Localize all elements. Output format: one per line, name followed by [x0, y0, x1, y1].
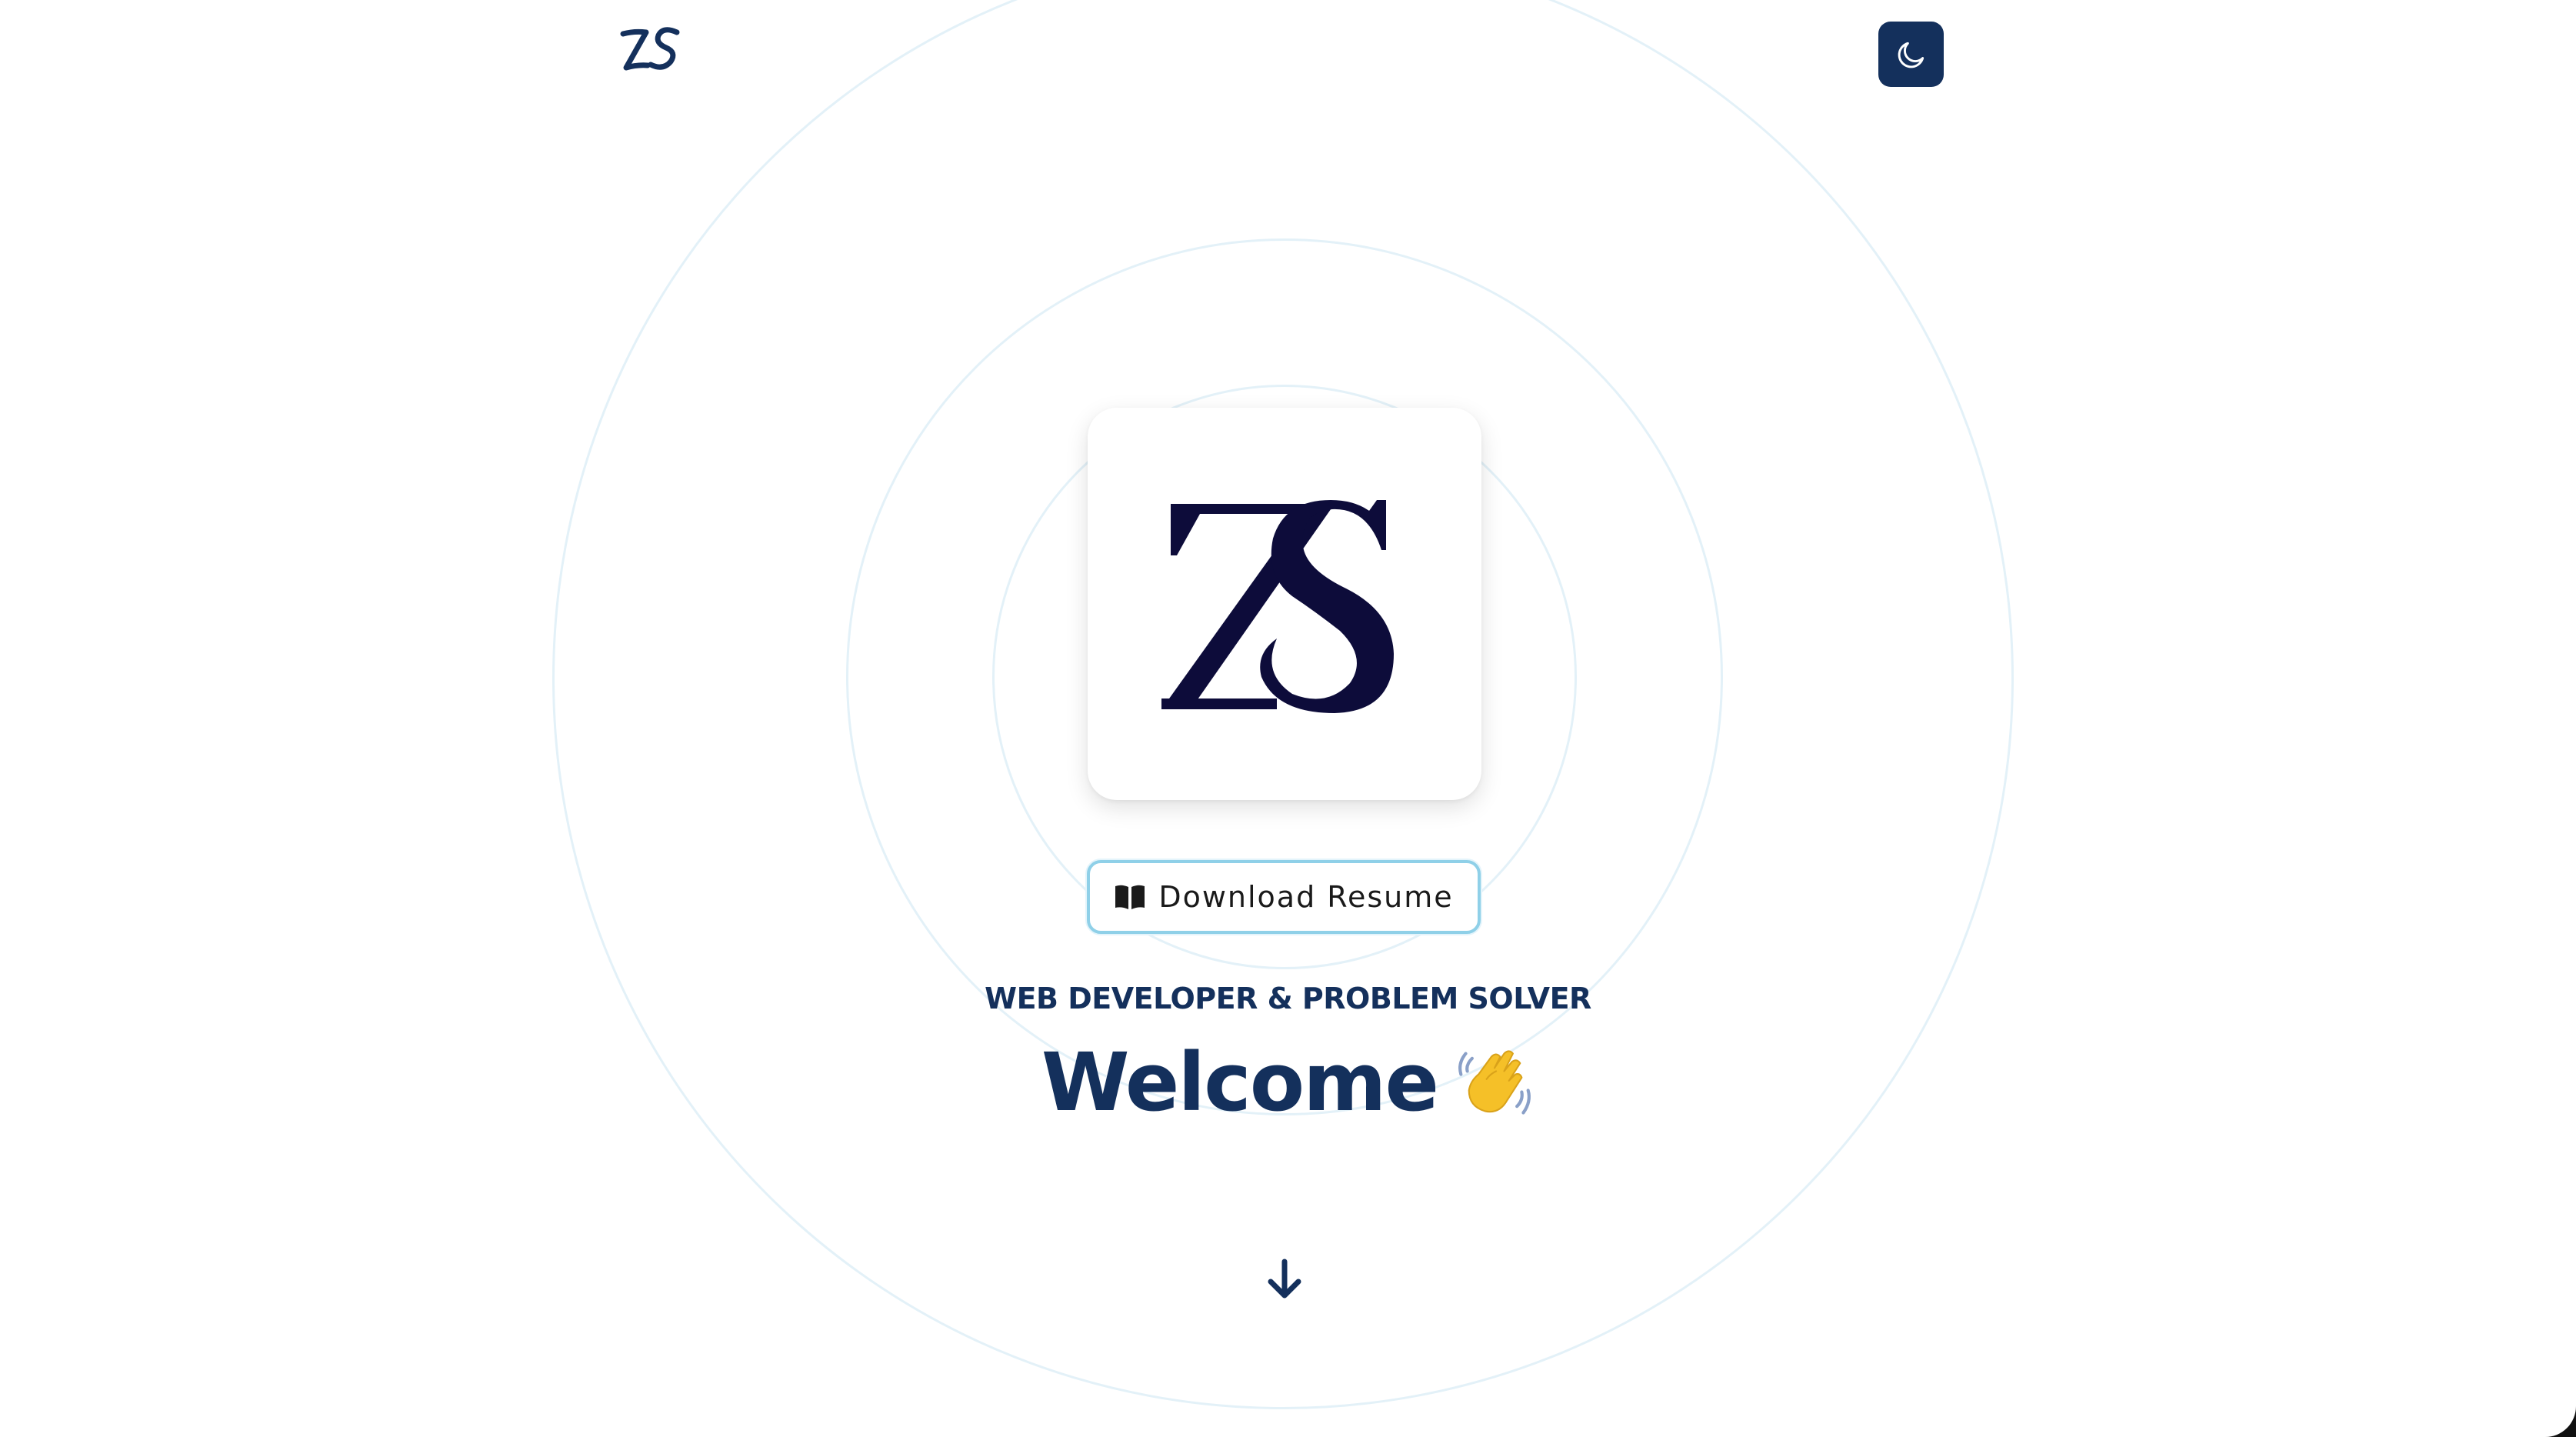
logo-card — [1088, 408, 1481, 800]
download-resume-label: Download Resume — [1158, 880, 1454, 914]
portfolio-landing-page: Download Resume WEB DEVELOPER & PROBLEM … — [0, 0, 2576, 1437]
moon-icon — [1898, 42, 1924, 68]
theme-toggle-button[interactable] — [1878, 22, 1944, 87]
zs-script-logo-icon[interactable] — [615, 23, 685, 77]
welcome-heading: Welcome — [0, 1035, 2576, 1129]
zs-monogram-logo-icon — [1161, 500, 1394, 713]
arrow-down-icon[interactable] — [1260, 1255, 1309, 1305]
welcome-text: Welcome — [1041, 1035, 1439, 1129]
waving-hand-icon — [1458, 1050, 1531, 1115]
open-book-icon — [1115, 885, 1145, 909]
download-resume-button[interactable]: Download Resume — [1087, 860, 1481, 934]
role-subtitle: WEB DEVELOPER & PROBLEM SOLVER — [985, 982, 1591, 1015]
window-frame-corner — [2545, 1406, 2576, 1437]
